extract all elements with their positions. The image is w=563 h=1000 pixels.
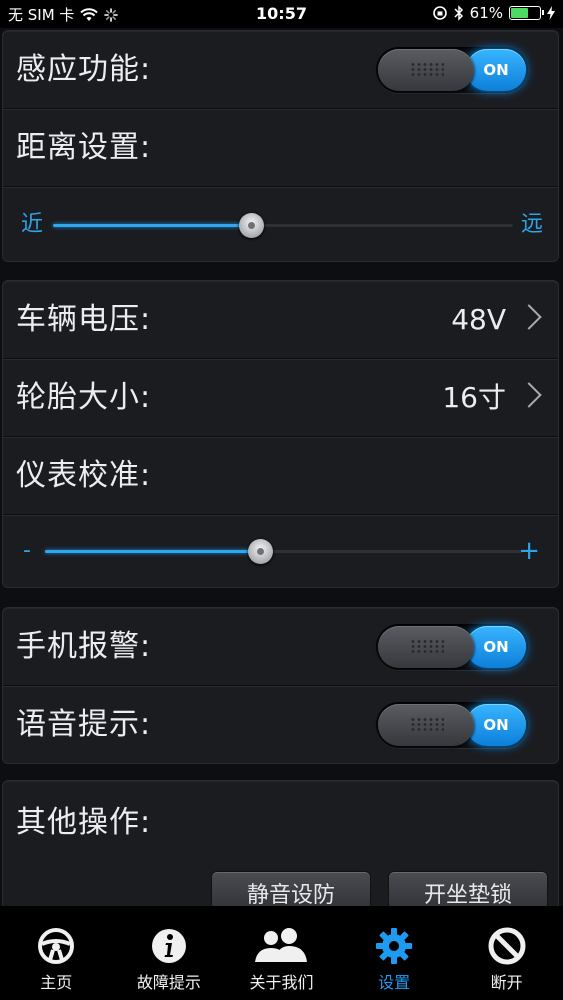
battery-fill [511,8,529,18]
calibration-label: 仪表校准: [16,458,152,493]
other-ops-title: 其他操作: [16,805,152,840]
calibration-min-label: - [23,538,31,563]
voltage-label: 车辆电压: [16,302,152,337]
phone-alarm-toggle-on-label: ON [466,626,526,668]
tab-label: 关于我们 [249,973,314,992]
sensing-panel: 感应功能: ON 距离设置: 近 远 [2,30,559,262]
distance-label: 距离设置: [16,130,152,165]
calibration-slider-thumb[interactable] [248,539,274,564]
distance-max-label: 远 [520,212,543,237]
calibration-row: 仪表校准: [3,437,558,515]
distance-slider-fill [53,224,251,227]
alerts-panel: 手机报警: ON 语音提示: ON [2,607,559,764]
sensing-toggle[interactable]: ON [376,47,528,93]
status-bar: 无 SIM 卡 10:57 61% [0,0,563,28]
sensing-row: 感应功能: ON [3,31,558,109]
tab-fault-tips[interactable]: 故障提示 [113,906,226,1000]
tab-settings[interactable]: 设置 [338,906,451,1000]
battery-percent: 61% [469,4,503,22]
tire-row[interactable]: 轮胎大小: 16寸 [3,359,558,437]
chevron-right-icon [516,304,542,330]
battery-icon [509,6,544,20]
info-icon [151,929,186,963]
sensing-label: 感应功能: [16,52,152,87]
tire-value: 16寸 [442,381,506,414]
phone-alarm-row: 手机报警: ON [3,608,558,686]
voice-label: 语音提示: [16,707,152,742]
users-icon [255,928,308,962]
voltage-row[interactable]: 车辆电压: 48V [3,281,558,359]
distance-slider-thumb[interactable] [238,213,264,238]
tab-label: 设置 [378,973,411,992]
tab-about-us[interactable]: 关于我们 [225,906,338,1000]
tab-label: 主页 [40,973,73,992]
tab-label: 断开 [490,973,523,992]
vehicle-panel: 车辆电压: 48V 轮胎大小: 16寸 仪表校准: - + [2,280,559,588]
grip-icon [410,639,444,655]
phone-alarm-label: 手机报警: [16,629,152,664]
grip-icon [410,717,444,733]
calibration-max-label: + [518,536,540,566]
tab-bar: 主页 故障提示 关于我们 设置 断开 [0,906,563,1000]
calibration-slider-row: - + [3,515,558,587]
distance-row: 距离设置: [3,109,558,187]
disconnect-icon [488,927,526,965]
status-right: 61% [432,4,555,22]
voice-row: 语音提示: ON [3,686,558,763]
calibration-slider[interactable] [45,539,523,564]
phone-alarm-toggle[interactable]: ON [376,624,528,670]
bluetooth-icon [454,5,463,21]
tab-label: 故障提示 [136,973,201,992]
gear-icon [376,928,413,964]
sensing-toggle-knob[interactable] [378,49,474,91]
steering-wheel-icon [38,928,75,964]
voice-toggle[interactable]: ON [376,702,528,748]
tab-disconnect[interactable]: 断开 [450,906,563,1000]
distance-slider[interactable] [53,213,513,238]
tire-label: 轮胎大小: [16,380,152,415]
charging-icon [547,6,555,20]
sensing-toggle-on-label: ON [466,49,526,91]
tab-home[interactable]: 主页 [0,906,113,1000]
app-screen: 无 SIM 卡 10:57 61% 感应功能: ON 距离设置: 近 远 车辆电… [0,0,563,1000]
phone-alarm-toggle-knob[interactable] [378,626,474,668]
voice-toggle-knob[interactable] [378,704,474,746]
voltage-value: 48V [451,303,506,336]
distance-slider-row: 近 远 [3,187,558,261]
calibration-slider-fill [45,550,261,553]
chevron-right-icon [516,382,542,408]
rotation-lock-icon [432,6,447,20]
distance-min-label: 近 [21,212,44,237]
grip-icon [410,62,444,78]
voice-toggle-on-label: ON [466,704,526,746]
